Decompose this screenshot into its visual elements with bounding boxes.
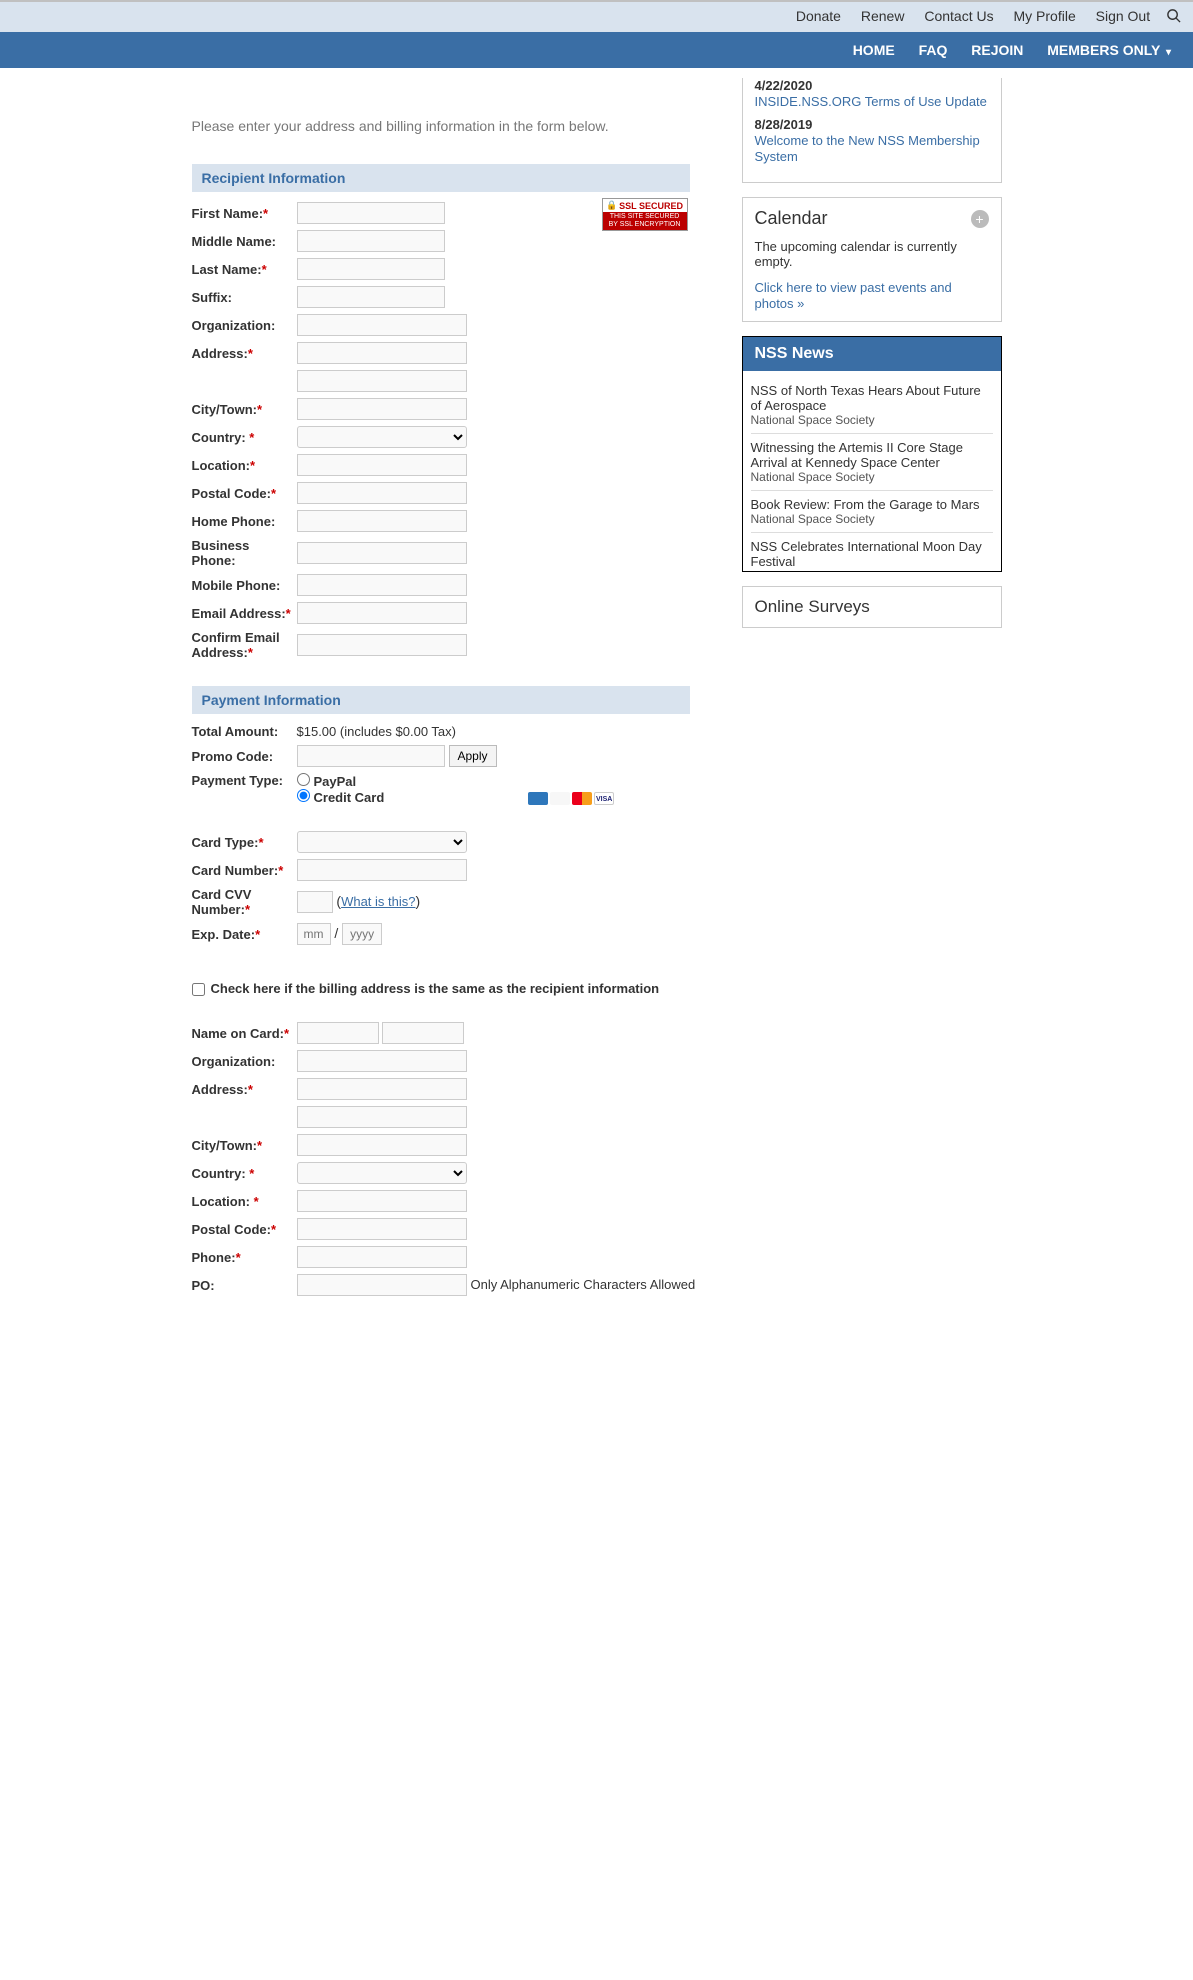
suffix-input[interactable] <box>297 286 445 308</box>
surveys-heading: Online Surveys <box>755 597 989 617</box>
contact-link[interactable]: Contact Us <box>924 8 993 24</box>
notice-date: 8/28/2019 <box>755 117 989 132</box>
confirm-email-input[interactable] <box>297 634 467 656</box>
calendar-empty-text: The upcoming calendar is currently empty… <box>755 239 989 269</box>
postal-input[interactable] <box>297 482 467 504</box>
recipient-section-header: Recipient Information <box>192 164 690 192</box>
plus-icon[interactable]: + <box>971 210 989 228</box>
apply-promo-button[interactable]: Apply <box>449 745 497 767</box>
signout-link[interactable]: Sign Out <box>1096 8 1150 24</box>
business-phone-input[interactable] <box>297 542 467 564</box>
creditcard-radio[interactable] <box>297 789 310 802</box>
profile-link[interactable]: My Profile <box>1014 8 1076 24</box>
creditcard-label: Credit Card <box>314 790 385 805</box>
mobile-phone-input[interactable] <box>297 574 467 596</box>
last-name-input[interactable] <box>297 258 445 280</box>
chevron-down-icon: ▾ <box>1166 47 1171 58</box>
exp-month-input[interactable] <box>297 923 331 945</box>
news-box: NSS News NSS of North Texas Hears About … <box>742 336 1002 572</box>
news-source: National Space Society <box>751 569 993 571</box>
news-source: National Space Society <box>751 512 993 526</box>
past-events-link[interactable]: Click here to view past events and photo… <box>755 280 952 311</box>
billing-phone-input[interactable] <box>297 1246 467 1268</box>
organization-input[interactable] <box>297 314 467 336</box>
nav-members[interactable]: MEMBERS ONLY ▾ <box>1047 42 1171 58</box>
address1-input[interactable] <box>297 342 467 364</box>
news-title[interactable]: NSS Celebrates International Moon Day Fe… <box>751 539 993 569</box>
card-brand-icons: VISA <box>528 792 614 805</box>
billing-org-input[interactable] <box>297 1050 467 1072</box>
country-select[interactable] <box>297 426 467 448</box>
discover-icon <box>550 792 570 805</box>
home-phone-input[interactable] <box>297 510 467 532</box>
mastercard-icon <box>572 792 592 805</box>
amex-icon <box>528 792 548 805</box>
paypal-radio[interactable] <box>297 773 310 786</box>
lock-icon: 🔒 <box>606 200 617 211</box>
billing-address1-input[interactable] <box>297 1078 467 1100</box>
billing-country-select[interactable] <box>297 1162 467 1184</box>
payment-section-header: Payment Information <box>192 686 690 714</box>
news-title[interactable]: Witnessing the Artemis II Core Stage Arr… <box>751 440 993 470</box>
notice-link[interactable]: Welcome to the New NSS Membership System <box>755 133 980 164</box>
news-source: National Space Society <box>751 470 993 484</box>
nav-faq[interactable]: FAQ <box>919 42 948 58</box>
nav-rejoin[interactable]: REJOIN <box>971 42 1023 58</box>
cvv-help-link[interactable]: What is this? <box>341 894 415 909</box>
card-type-select[interactable] <box>297 831 467 853</box>
email-input[interactable] <box>297 602 467 624</box>
search-icon[interactable] <box>1166 8 1181 26</box>
main-nav: HOME FAQ REJOIN MEMBERS ONLY ▾ <box>0 32 1193 68</box>
card-first-name-input[interactable] <box>297 1022 379 1044</box>
same-address-checkbox[interactable] <box>192 983 205 996</box>
card-number-input[interactable] <box>297 859 467 881</box>
donate-link[interactable]: Donate <box>796 8 841 24</box>
billing-address2-input[interactable] <box>297 1106 467 1128</box>
paypal-label: PayPal <box>314 774 357 789</box>
utility-nav: Donate Renew Contact Us My Profile Sign … <box>0 0 1193 32</box>
po-note: Only Alphanumeric Characters Allowed <box>467 1277 696 1292</box>
card-last-name-input[interactable] <box>382 1022 464 1044</box>
same-address-label: Check here if the billing address is the… <box>211 981 660 996</box>
billing-location-input[interactable] <box>297 1190 467 1212</box>
renew-link[interactable]: Renew <box>861 8 905 24</box>
notices-box: 4/22/2020 INSIDE.NSS.ORG Terms of Use Up… <box>742 78 1002 183</box>
news-title[interactable]: Book Review: From the Garage to Mars <box>751 497 993 512</box>
location-input[interactable] <box>297 454 467 476</box>
news-source: National Space Society <box>751 413 993 427</box>
city-input[interactable] <box>297 398 467 420</box>
exp-year-input[interactable] <box>342 923 382 945</box>
po-input[interactable] <box>297 1274 467 1296</box>
notice-link[interactable]: INSIDE.NSS.ORG Terms of Use Update <box>755 94 987 109</box>
cvv-input[interactable] <box>297 891 333 913</box>
billing-city-input[interactable] <box>297 1134 467 1156</box>
intro-text: Please enter your address and billing in… <box>192 118 722 134</box>
nav-home[interactable]: HOME <box>853 42 895 58</box>
calendar-box: Calendar + The upcoming calendar is curr… <box>742 197 1002 322</box>
calendar-heading: Calendar <box>755 208 828 229</box>
address2-input[interactable] <box>297 370 467 392</box>
middle-name-input[interactable] <box>297 230 445 252</box>
news-title[interactable]: NSS of North Texas Hears About Future of… <box>751 383 993 413</box>
surveys-box: Online Surveys <box>742 586 1002 628</box>
visa-icon: VISA <box>594 792 614 805</box>
promo-input[interactable] <box>297 745 445 767</box>
total-amount-value: $15.00 (includes $0.00 Tax) <box>297 724 615 739</box>
ssl-badge: 🔒SSL SECURED THIS SITE SECUREDBY SSL ENC… <box>602 198 688 230</box>
billing-postal-input[interactable] <box>297 1218 467 1240</box>
news-heading: NSS News <box>743 337 1001 371</box>
notice-date: 4/22/2020 <box>755 78 989 93</box>
first-name-input[interactable] <box>297 202 445 224</box>
